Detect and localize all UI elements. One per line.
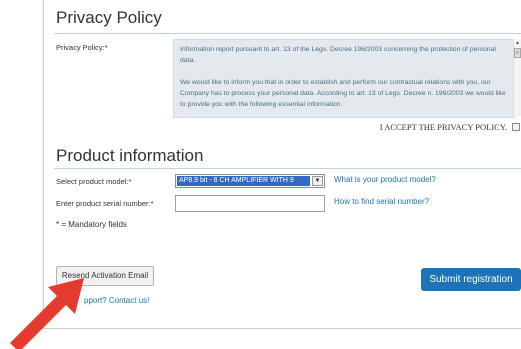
privacy-text-paragraph-1: Information report pursuant to art. 13 o… (180, 46, 496, 64)
serial-number-input[interactable] (175, 195, 325, 212)
privacy-section-title: Privacy Policy (56, 8, 162, 27)
privacy-policy-textbox[interactable]: Information report pursuant to art. 13 o… (173, 39, 515, 118)
model-field-label: Select product model:* (56, 177, 132, 186)
submit-registration-button[interactable]: Submit registration (421, 268, 521, 291)
privacy-field-label: Privacy Policy:* (56, 43, 108, 52)
product-divider (54, 168, 521, 169)
product-model-value: AP8.9 bit - 8 CH AMPLIFIER WITH 9 (177, 176, 310, 186)
support-contact-link[interactable]: pport? Contact us! (84, 296, 149, 305)
privacy-text-paragraph-2: We would like to inform you that in orde… (180, 79, 506, 108)
product-model-select[interactable]: AP8.9 bit - 8 CH AMPLIFIER WITH 9 ▼ (175, 174, 325, 188)
accept-privacy-checkbox[interactable] (512, 123, 520, 131)
serial-help-link[interactable]: How to find serial number? (334, 197, 429, 206)
mandatory-fields-note: * = Mandatory fields (56, 220, 127, 229)
privacy-scrollbar[interactable]: ▲ ≡ (513, 39, 521, 116)
chevron-down-icon[interactable]: ▼ (312, 176, 323, 186)
scroll-thumb[interactable]: ≡ (514, 48, 521, 58)
product-section-title: Product information (56, 146, 204, 165)
accept-privacy-label: I ACCEPT THE PRIVACY POLICY. (379, 122, 507, 132)
product-model-help-link[interactable]: What is your product model? (334, 175, 436, 184)
privacy-divider (54, 33, 521, 34)
scroll-up-icon[interactable]: ▲ (515, 40, 520, 46)
resend-activation-email-button[interactable]: Resend Activation Email (56, 266, 154, 286)
serial-field-label: Enter product serial number:* (56, 199, 154, 208)
